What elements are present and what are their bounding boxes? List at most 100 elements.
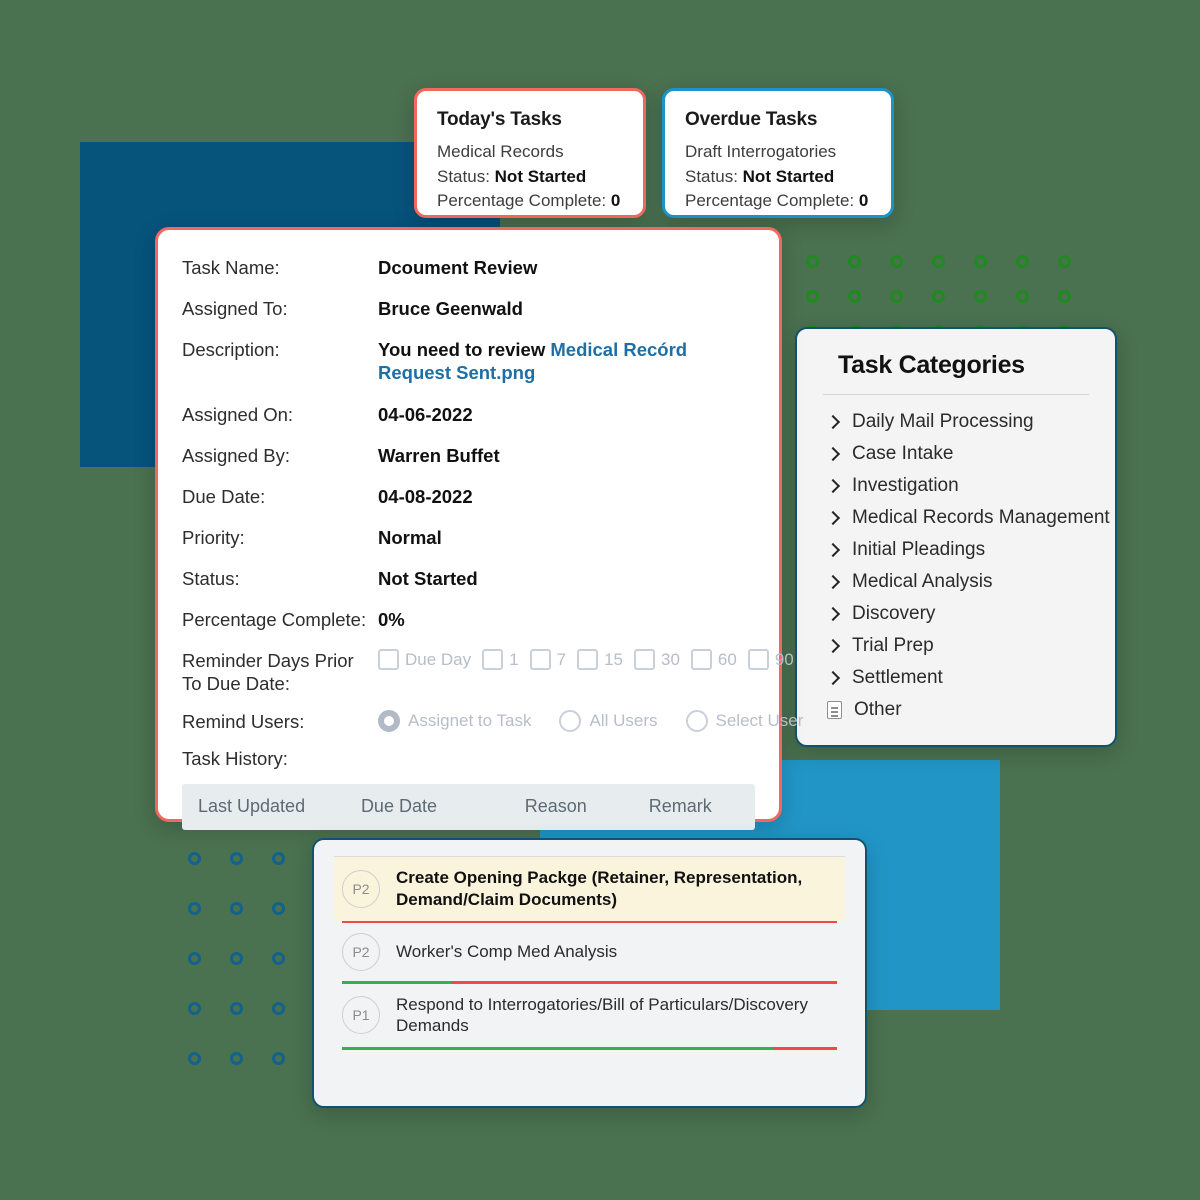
category-item-label: Settlement <box>852 667 943 688</box>
category-item-label: Initial Pleadings <box>852 539 986 560</box>
chevron-right-icon <box>827 416 840 429</box>
progress-complete-segment <box>342 1047 773 1050</box>
decorative-dot <box>1058 255 1071 268</box>
detail-field-label: Assigned By: <box>182 444 290 466</box>
detail-field-label: Assigned On: <box>182 403 294 425</box>
reminder-days-label: Reminder Days Prior To Due Date: <box>182 650 354 695</box>
checkbox[interactable] <box>634 649 655 671</box>
remind-users-label: Remind Users: <box>182 710 305 732</box>
category-item[interactable]: Discovery <box>823 598 1089 630</box>
decorative-dot <box>1016 255 1029 268</box>
category-item[interactable]: Daily Mail Processing <box>823 406 1089 438</box>
todays-tasks-card[interactable]: Today's Tasks Medical Records Status: No… <box>414 88 646 218</box>
chevron-right-icon <box>827 640 840 653</box>
reminder-checkbox-item[interactable]: 15 <box>577 649 623 671</box>
column-due-date: Due Date <box>360 796 437 817</box>
task-detail-card: Task Name: Dcoument Review Assigned To: Bru… <box>155 227 803 830</box>
checkbox-label: 60 <box>717 650 737 670</box>
detail-field-row: Assigned By: Warren Buffet <box>182 444 755 467</box>
category-item[interactable]: Other <box>823 694 1089 726</box>
remind-users-radio-group[interactable]: Assignet to Task All Users Select User <box>378 709 831 732</box>
overdue-tasks-percentage: Percentage Complete: 0 <box>685 189 871 214</box>
detail-field-label: Task Name: <box>182 257 280 278</box>
status-value: Not Started <box>742 166 835 186</box>
checkbox-label: 90 <box>774 650 794 670</box>
decorative-dot <box>806 255 819 268</box>
category-item-label: Trial Prep <box>852 635 934 656</box>
decorative-dot <box>188 902 201 915</box>
task-history-table-header: Last Updated Due Date Reason Remark <box>182 783 755 830</box>
detail-field-label: Priority: <box>182 526 245 548</box>
category-item-label: Other <box>854 699 902 720</box>
priority-task-row[interactable]: P2 Worker's Comp Med Analysis <box>334 923 845 981</box>
chevron-right-icon <box>827 512 840 525</box>
reminder-checkbox-item[interactable]: 1 <box>482 649 519 671</box>
chevron-right-icon <box>827 480 840 493</box>
priority-task-title: Create Opening Packge (Retainer, Represe… <box>396 868 803 909</box>
priority-progress-bar <box>342 1047 837 1050</box>
overdue-tasks-card[interactable]: Overdue Tasks Draft Interrogatories Stat… <box>662 88 894 218</box>
remind-users-radio-item[interactable]: All Users <box>559 709 658 732</box>
detail-field-row: Description: You need to review Medical R… <box>182 338 755 384</box>
category-item[interactable]: Case Intake <box>823 438 1089 470</box>
category-item[interactable]: Medical Analysis <box>823 566 1089 598</box>
checkbox-label: 1 <box>509 650 519 670</box>
decorative-dot <box>188 852 201 865</box>
priority-task-list: P2 Create Opening Packge (Retainer, Repre… <box>334 856 845 1050</box>
overdue-tasks-title: Overdue Tasks <box>685 109 818 130</box>
decorative-dot <box>188 1002 201 1015</box>
detail-field-value: Not Started <box>378 568 478 589</box>
radio-button[interactable] <box>559 709 582 732</box>
task-categories-title: Task Categories <box>838 351 1025 379</box>
decorative-dot <box>974 290 987 303</box>
remind-users-radio-item[interactable]: Select User <box>685 709 803 732</box>
reminder-checkbox-item[interactable]: Due Day <box>378 649 471 671</box>
decorative-dot <box>848 255 861 268</box>
reminder-days-row: Reminder Days Prior To Due Date: Due Day… <box>182 649 794 695</box>
reminder-days-checkbox-group[interactable]: Due Day 1 7 15 30 60 90 <box>378 649 794 671</box>
category-item-label: Investigation <box>852 475 959 496</box>
decorative-dot <box>272 852 285 865</box>
detail-field-row: Assigned To: Bruce Geenwald <box>182 297 755 320</box>
checkbox[interactable] <box>747 649 769 671</box>
category-item-label: Discovery <box>852 603 936 624</box>
reminder-checkbox-item[interactable]: 30 <box>634 649 680 671</box>
radio-button[interactable] <box>378 709 400 732</box>
category-item-label: Case Intake <box>852 443 954 464</box>
description-text: You need to review <box>378 339 546 361</box>
checkbox[interactable] <box>378 649 399 671</box>
category-item[interactable]: Medical Records Management <box>823 502 1110 534</box>
remind-users-radio-item[interactable]: Assignet to Task <box>378 709 532 732</box>
radio-label: Assignet to Task <box>408 710 532 730</box>
decorative-dot <box>848 290 861 303</box>
priority-task-title: Worker's Comp Med Analysis <box>396 942 618 962</box>
category-item[interactable]: Trial Prep <box>823 630 1089 662</box>
detail-field-value: 04-06-2022 <box>378 403 473 425</box>
decorative-dot <box>974 255 987 268</box>
checkbox[interactable] <box>577 649 599 671</box>
decorative-dot <box>272 902 285 915</box>
reminder-checkbox-item[interactable]: 7 <box>529 649 566 671</box>
detail-field-label: Status: <box>182 568 240 589</box>
priority-task-list-card: P2 Create Opening Packge (Retainer, Repre… <box>312 838 867 1108</box>
progress-remaining-segment <box>772 1047 837 1050</box>
percent-label: Percentage Complete: <box>685 191 855 211</box>
category-item[interactable]: Investigation <box>823 470 1089 502</box>
category-item[interactable]: Settlement <box>823 662 1089 694</box>
todays-tasks-title: Today's Tasks <box>437 109 562 130</box>
chevron-right-icon <box>827 608 840 621</box>
checkbox[interactable] <box>482 649 504 671</box>
task-detail-fields: Task Name: Dcoument Review Assigned To: Bru… <box>182 256 755 631</box>
reminder-checkbox-item[interactable]: 60 <box>690 649 737 671</box>
decorative-dot <box>230 1002 243 1015</box>
category-item[interactable]: Initial Pleadings <box>823 534 1089 566</box>
radio-button[interactable] <box>685 709 708 732</box>
category-item-label: Medical Records Management <box>852 507 1110 528</box>
checkbox-label: 30 <box>661 650 680 670</box>
reminder-checkbox-item[interactable]: 90 <box>747 649 794 671</box>
checkbox[interactable] <box>529 649 551 671</box>
priority-progress-bar <box>342 981 837 984</box>
priority-task-row[interactable]: P2 Create Opening Packge (Retainer, Repre… <box>334 857 845 921</box>
checkbox[interactable] <box>690 649 712 671</box>
priority-task-row[interactable]: P1 Respond to Interrogatories/Bill of Par… <box>334 984 845 1048</box>
